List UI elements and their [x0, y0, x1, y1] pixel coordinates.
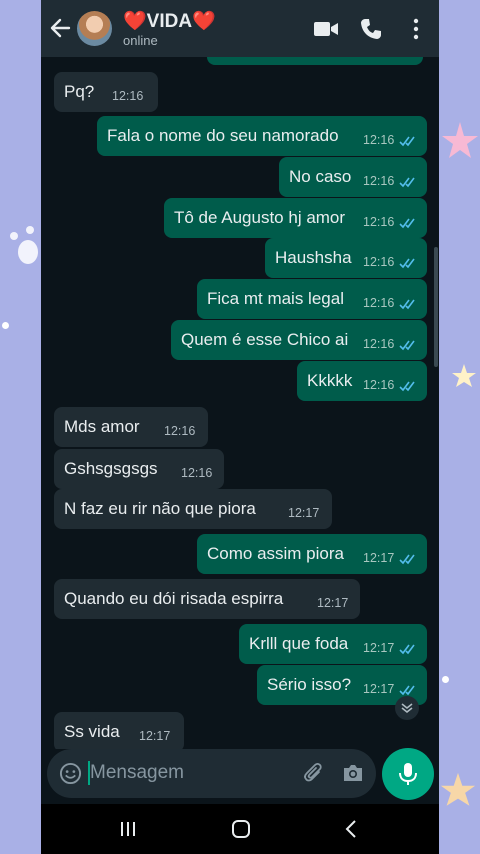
chat-header: ❤️VIDA❤️ online: [41, 0, 439, 57]
message-bubble-incoming[interactable]: Ss vida 12:17: [54, 712, 184, 749]
message-bubble-outgoing[interactable]: Fica mt mais legal 12:16: [197, 279, 427, 319]
scrollbar[interactable]: [434, 247, 438, 367]
message-text: Como assim piora: [207, 544, 344, 563]
message-time: 12:17: [139, 729, 171, 743]
camera-icon[interactable]: [341, 761, 365, 785]
message-time: 12:16: [363, 255, 395, 269]
message-time: 12:17: [363, 551, 395, 565]
read-ticks-icon: [399, 136, 415, 147]
chat-area: Pq? 12:16 Fala o nome do seu namorado 12…: [41, 57, 439, 749]
message-text: Quem é esse Chico ai: [181, 330, 349, 349]
message-text: Sério isso?: [267, 675, 352, 694]
attach-icon[interactable]: [302, 761, 326, 785]
message-time: 12:16: [363, 296, 395, 310]
message-input[interactable]: Mensagem: [90, 762, 184, 784]
message-text: Haushsha: [275, 248, 352, 267]
mic-icon: [399, 763, 417, 785]
phone-screen: ❤️VIDA❤️ online Pq? 12:16 Fala o nome do…: [41, 0, 439, 854]
message-text: Mds amor: [64, 417, 140, 436]
nav-recents-icon[interactable]: [119, 820, 137, 838]
nav-back-icon[interactable]: [344, 819, 358, 839]
read-ticks-icon: [399, 299, 415, 310]
star-decoration-right: [452, 364, 476, 387]
message-text: Tô de Augusto hj amor: [174, 208, 346, 227]
message-input-bar[interactable]: Mensagem: [47, 749, 376, 798]
message-text: N faz eu rir não que piora: [64, 499, 256, 518]
read-ticks-icon: [399, 340, 415, 351]
avatar[interactable]: [77, 11, 112, 46]
message-time: 12:16: [112, 89, 144, 103]
message-bubble-incoming[interactable]: Mds amor 12:16: [54, 407, 208, 447]
message-bubble-outgoing[interactable]: Quem é esse Chico ai 12:16: [171, 320, 427, 360]
message-time: 12:17: [363, 641, 395, 655]
message-text: Pq?: [64, 82, 95, 101]
message-bubble-incoming[interactable]: Gshsgsgsgs 12:16: [54, 449, 224, 489]
dot-decoration: [442, 676, 449, 683]
message-text: Quando eu dói risada espirra: [64, 589, 284, 608]
message-bubble-incoming[interactable]: N faz eu rir não que piora 12:17: [54, 489, 332, 529]
message-bubble-outgoing: [207, 57, 423, 65]
android-nav-bar: [41, 804, 439, 854]
message-text: Kkkkk: [307, 371, 353, 390]
contact-status: online: [123, 33, 158, 48]
message-time: 12:16: [164, 424, 196, 438]
message-time: 12:16: [363, 174, 395, 188]
emoji-icon[interactable]: [59, 762, 82, 785]
read-ticks-icon: [399, 381, 415, 392]
message-bubble-outgoing[interactable]: Kkkkk 12:16: [297, 361, 427, 401]
scroll-down-button[interactable]: [395, 696, 419, 720]
message-text: Gshsgsgsgs: [64, 459, 158, 478]
message-bubble-incoming[interactable]: Quando eu dói risada espirra 12:17: [54, 579, 360, 619]
message-text: No caso: [289, 167, 352, 186]
mic-button[interactable]: [382, 748, 434, 800]
more-options-icon[interactable]: [411, 18, 421, 40]
read-ticks-icon: [399, 644, 415, 655]
paw-print-decoration-left: [10, 226, 38, 264]
read-ticks-icon: [399, 258, 415, 269]
message-time: 12:16: [363, 378, 395, 392]
message-time: 12:16: [363, 215, 395, 229]
read-ticks-icon: [399, 177, 415, 188]
message-bubble-outgoing[interactable]: No caso 12:16: [279, 157, 427, 197]
message-text: Krlll que foda: [249, 634, 349, 653]
message-bubble-outgoing[interactable]: Fala o nome do seu namorado 12:16: [97, 116, 427, 156]
read-ticks-icon: [399, 218, 415, 229]
nav-home-icon[interactable]: [231, 819, 251, 839]
message-time: 12:16: [363, 337, 395, 351]
back-arrow-icon[interactable]: [49, 16, 71, 40]
contact-name[interactable]: ❤️VIDA❤️: [123, 9, 216, 33]
paw-print-decoration-right: [442, 122, 478, 158]
read-ticks-icon: [399, 554, 415, 565]
read-ticks-icon: [399, 685, 415, 696]
message-time: 12:17: [363, 682, 395, 696]
message-time: 12:16: [363, 133, 395, 147]
message-bubble-outgoing[interactable]: Krlll que foda 12:17: [239, 624, 427, 664]
message-bubble-outgoing[interactable]: Tô de Augusto hj amor 12:16: [164, 198, 427, 238]
message-text: Fica mt mais legal: [207, 289, 344, 308]
message-time: 12:17: [317, 596, 349, 610]
message-text: Fala o nome do seu namorado: [107, 126, 339, 145]
message-bubble-outgoing[interactable]: Como assim piora 12:17: [197, 534, 427, 574]
video-call-icon[interactable]: [313, 19, 339, 39]
message-bubble-outgoing[interactable]: Haushsha 12:16: [265, 238, 427, 278]
message-time: 12:17: [288, 506, 320, 520]
dot-decoration: [2, 322, 9, 329]
star-decoration-bottom: [440, 772, 476, 806]
message-bubble-incoming[interactable]: Pq? 12:16: [54, 72, 158, 112]
message-time: 12:16: [181, 466, 213, 480]
phone-call-icon[interactable]: [359, 17, 383, 41]
message-text: Ss vida: [64, 722, 120, 741]
scroll-down-icon: [401, 703, 413, 714]
